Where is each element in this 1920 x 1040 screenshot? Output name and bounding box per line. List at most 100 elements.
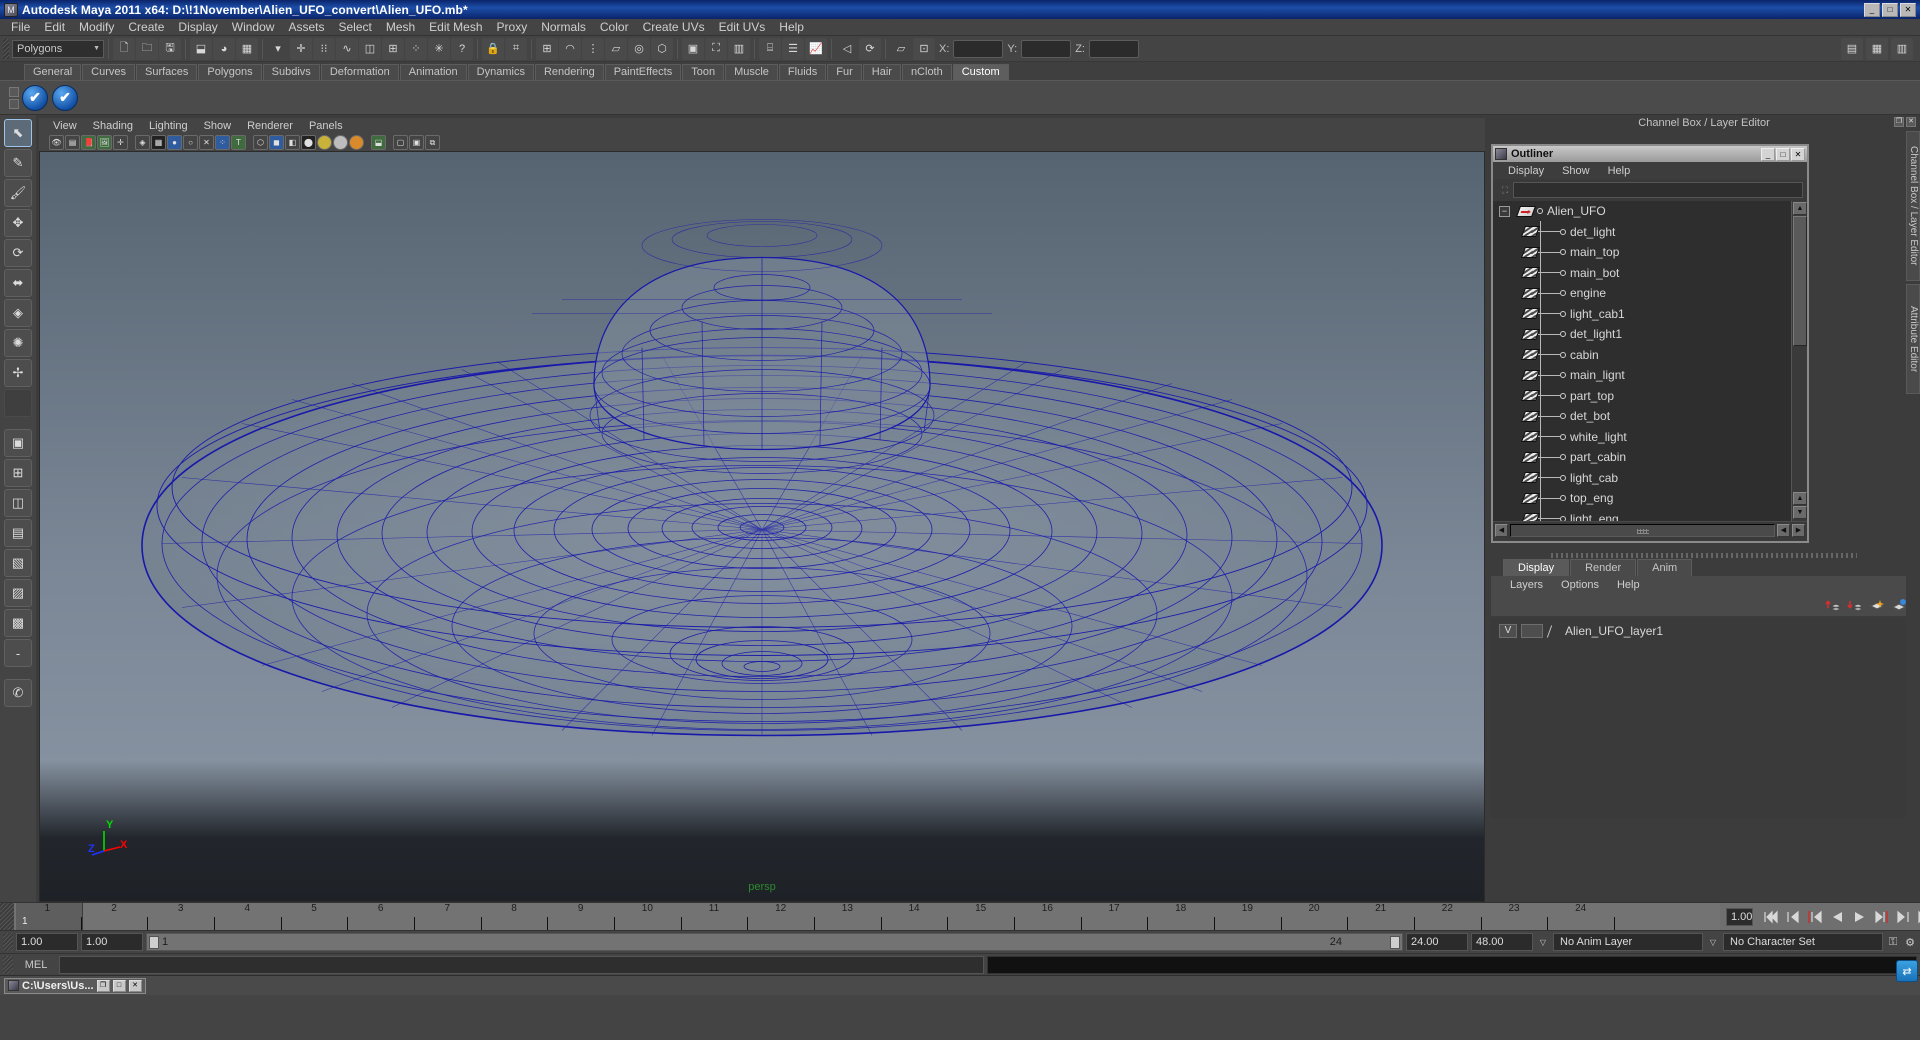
anim-layer-selector[interactable]: No Anim Layer <box>1553 933 1703 951</box>
camera-attributes-icon[interactable]: ▤ <box>65 135 80 150</box>
menu-create-uvs[interactable]: Create UVs <box>636 19 712 35</box>
snap-to-points-icon[interactable]: ⋮ <box>582 37 604 60</box>
outliner-tree[interactable]: − Alien_UFO det_light main_top main_bot … <box>1493 201 1807 521</box>
viewport-menu-shading[interactable]: Shading <box>85 120 141 132</box>
numeric-input-mode-icon[interactable]: ⊡ <box>913 37 935 60</box>
chevron-down-icon[interactable]: ▽ <box>1536 933 1550 951</box>
mask-faces-icon[interactable]: ◫ <box>359 37 381 60</box>
shelf-tab-toon[interactable]: Toon <box>682 64 725 80</box>
vtab-attribute-editor[interactable]: Attribute Editor <box>1906 284 1920 394</box>
mask-lines-icon[interactable]: ∿ <box>336 37 358 60</box>
layer-playback-toggle[interactable] <box>1521 624 1543 638</box>
play-backwards-icon[interactable] <box>1829 909 1846 925</box>
hscroll-right-icon[interactable]: ▶ <box>1792 524 1805 537</box>
layout-persp-graph[interactable]: ▧ <box>4 549 32 577</box>
outliner-item-top_eng[interactable]: top_eng <box>1493 488 1791 509</box>
auto-keyframe-icon[interactable]: ⚿ <box>1886 934 1900 950</box>
scroll-left-icon[interactable]: ◀ <box>1495 524 1508 537</box>
anim-end-time-field[interactable]: 48.00 <box>1471 933 1533 951</box>
minimize-button[interactable]: _ <box>1864 2 1880 17</box>
scrollbar-thumb[interactable] <box>1793 216 1807 346</box>
layout-custom[interactable]: ▩ <box>4 609 32 637</box>
viewport-menu-panels[interactable]: Panels <box>301 120 351 132</box>
outliner-item-light_cab1[interactable]: light_cab1 <box>1493 304 1791 325</box>
render-icon[interactable]: ⛶ <box>705 37 727 60</box>
taskbar-close-button[interactable]: ✕ <box>128 979 142 992</box>
layer-row[interactable]: V Alien_UFO_layer1 <box>1493 622 1915 640</box>
playback-start-time-field[interactable]: 1.00 <box>81 933 143 951</box>
snap-grid-icon[interactable]: ⌗ <box>505 37 527 60</box>
scroll-down-icon[interactable]: ▼ <box>1793 506 1807 519</box>
shelf-tab-animation[interactable]: Animation <box>399 64 467 80</box>
command-input-field[interactable] <box>59 955 984 974</box>
gate-mask-icon[interactable]: ○ <box>183 135 198 150</box>
range-slider-grip[interactable] <box>3 933 13 951</box>
bookmark-icon[interactable]: 📕 <box>81 135 96 150</box>
outliner-item-cabin[interactable]: cabin <box>1493 345 1791 366</box>
range-handle-left[interactable] <box>149 936 159 949</box>
help-question-icon[interactable]: ? <box>451 37 473 60</box>
teamviewer-float-icon[interactable]: ⇄ <box>1896 960 1918 982</box>
y-coordinate-field[interactable] <box>1021 39 1072 58</box>
smooth-shade-selected-icon[interactable]: ◧ <box>285 135 300 150</box>
shelf-tab-deformation[interactable]: Deformation <box>320 64 399 80</box>
layer-menu-help[interactable]: Help <box>1608 579 1649 591</box>
shelf-tab-curves[interactable]: Curves <box>82 64 135 80</box>
open-scene-icon[interactable]: 🗀 <box>136 37 158 60</box>
hscroll-left-icon[interactable]: ◀ <box>1777 524 1790 537</box>
film-gate-icon[interactable]: ▦ <box>151 135 166 150</box>
outliner-item-det_bot[interactable]: det_bot <box>1493 406 1791 427</box>
taskbar-item-console[interactable]: C:\Users\Us... ❐ □ ✕ <box>4 977 146 994</box>
snap-to-planes-icon[interactable]: ▱ <box>605 37 627 60</box>
outliner-item-part_top[interactable]: part_top <box>1493 386 1791 407</box>
range-handle-right[interactable] <box>1390 936 1400 949</box>
text-toggle-icon[interactable]: T <box>231 135 246 150</box>
tab-anim[interactable]: Anim <box>1637 559 1693 576</box>
outliner-item-main_lignt[interactable]: main_lignt <box>1493 365 1791 386</box>
new-scene-icon[interactable]: 🗋 <box>113 37 135 60</box>
selection-mode-dropdown[interactable]: Polygons ▼ <box>12 39 104 58</box>
vtab-channel-box-layer-editor[interactable]: Channel Box / Layer Editor <box>1906 131 1920 281</box>
help-line-icon[interactable]: ✆ <box>4 679 32 707</box>
lasso-select-tool[interactable]: ✎ <box>4 149 32 177</box>
outliner-item-part_cabin[interactable]: part_cabin <box>1493 447 1791 468</box>
image-plane-icon[interactable]: 🖼 <box>97 135 112 150</box>
mask-uvs-icon[interactable]: ⊞ <box>382 37 404 60</box>
lock-icon[interactable]: 🔒 <box>482 37 504 60</box>
shelf-button-check-blue-2[interactable]: ✔ <box>52 84 78 111</box>
save-scene-icon[interactable]: 🖫 <box>159 37 181 60</box>
step-back-frame-icon[interactable] <box>1807 909 1824 925</box>
menu-window[interactable]: Window <box>225 19 282 35</box>
playback-end-time-field[interactable]: 24.00 <box>1406 933 1468 951</box>
outliner-item-main_top[interactable]: main_top <box>1493 242 1791 263</box>
z-coordinate-field[interactable] <box>1088 39 1139 58</box>
move-layer-down-icon[interactable] <box>1847 598 1865 612</box>
outliner-minimize-button[interactable]: _ <box>1761 147 1775 161</box>
shelf-tab-custom[interactable]: Custom <box>952 64 1009 80</box>
perspective-viewport[interactable]: Y X Z persp <box>39 151 1485 902</box>
layer-visibility-toggle[interactable]: V <box>1499 624 1517 638</box>
smooth-shade-all-icon[interactable]: ◼ <box>269 135 284 150</box>
use-default-lighting-icon[interactable] <box>317 135 332 150</box>
soft-modification-tool[interactable]: ✺ <box>4 329 32 357</box>
play-forwards-icon[interactable] <box>1851 909 1868 925</box>
isolate-select-icon[interactable]: ▢ <box>393 135 408 150</box>
menu-edit-mesh[interactable]: Edit Mesh <box>422 19 489 35</box>
shelf-tab-hair[interactable]: Hair <box>862 64 901 80</box>
new-layer-from-selected-icon[interactable] <box>1891 598 1907 612</box>
outliner-search-input[interactable] <box>1513 182 1803 198</box>
open-outliner-icon[interactable]: ☰ <box>782 37 804 60</box>
shelf-tab-surfaces[interactable]: Surfaces <box>135 64 198 80</box>
tab-render[interactable]: Render <box>1570 559 1637 576</box>
viewport-menu-show[interactable]: Show <box>196 120 240 132</box>
shelf-tab-subdivs[interactable]: Subdivs <box>262 64 320 80</box>
shelf-button-check-blue-1[interactable]: ✔ <box>22 84 48 111</box>
shelf-tab-dynamics[interactable]: Dynamics <box>467 64 534 80</box>
select-by-component-icon[interactable]: ▦ <box>236 37 258 60</box>
show-manipulator-tool[interactable]: ✢ <box>4 359 32 387</box>
anim-start-time-field[interactable]: 1.00 <box>16 933 78 951</box>
show-render-view-icon[interactable]: ▣ <box>682 37 704 60</box>
select-tool[interactable]: ⬉ <box>4 119 32 147</box>
shelf-tab-fur[interactable]: Fur <box>827 64 862 80</box>
outliner-root-row[interactable]: − Alien_UFO <box>1493 201 1791 222</box>
